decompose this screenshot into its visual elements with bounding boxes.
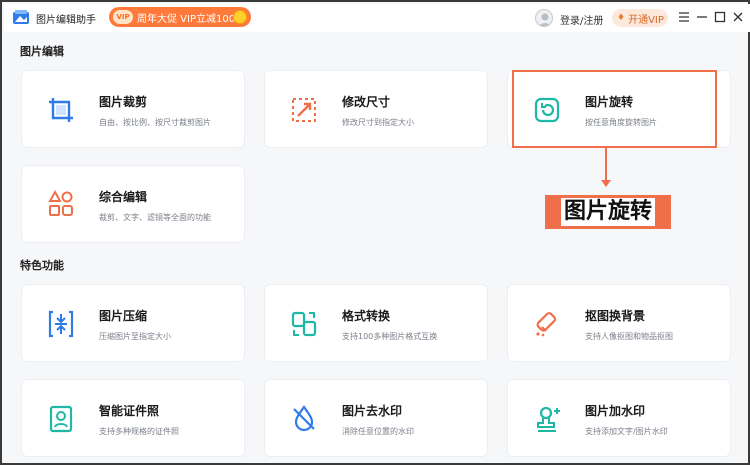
card-title: 图片压缩	[99, 309, 148, 323]
maximize-icon[interactable]	[713, 10, 727, 24]
card-resize[interactable]: 修改尺寸 修改尺寸到指定大小	[264, 70, 488, 148]
card-remove-watermark[interactable]: 图片去水印 消除任意位置的水印	[264, 379, 488, 457]
card-title: 格式转换	[342, 309, 391, 323]
eraser-icon	[530, 307, 564, 341]
annotation-arrow	[605, 147, 607, 183]
promo-banner[interactable]: VIP 周年大促 VIP立减100元	[109, 7, 251, 27]
user-icon	[538, 13, 552, 26]
card-compress[interactable]: 图片压缩 压缩图片至指定大小	[21, 284, 245, 362]
close-icon[interactable]	[731, 10, 745, 24]
card-description: 修改尺寸到指定大小	[342, 118, 414, 127]
section-title-features: 特色功能	[20, 259, 64, 272]
open-vip-label: 开通VIP	[628, 14, 664, 26]
card-add-watermark[interactable]: 图片加水印 支持添加文字/图片水印	[507, 379, 731, 457]
highlight-box	[512, 70, 717, 148]
add-watermark-icon	[530, 402, 564, 436]
crop-icon	[44, 93, 78, 127]
avatar[interactable]	[535, 9, 553, 27]
card-description: 压缩图片至指定大小	[99, 332, 171, 341]
promo-vip-badge: VIP	[113, 10, 133, 24]
card-id-photo[interactable]: 智能证件照 支持多种规格的证件照	[21, 379, 245, 457]
card-title: 智能证件照	[99, 404, 160, 418]
convert-icon	[287, 307, 321, 341]
coin-icon	[233, 10, 247, 24]
minimize-icon[interactable]	[695, 10, 709, 24]
app-window: 图片编辑助手 VIP 周年大促 VIP立减100元 登录/注册 ♦ 开通VIP	[0, 0, 750, 465]
app-logo-icon	[13, 10, 29, 24]
login-register-link[interactable]: 登录/注册	[560, 12, 603, 27]
remove-watermark-icon	[287, 402, 321, 436]
card-title: 修改尺寸	[342, 95, 391, 109]
card-description: 消除任意位置的水印	[342, 427, 414, 436]
title-bar: 图片编辑助手 VIP 周年大促 VIP立减100元 登录/注册 ♦ 开通VIP	[4, 4, 750, 32]
callout-text: 图片旋转	[560, 198, 655, 226]
card-title: 图片加水印	[585, 404, 646, 418]
menu-icon[interactable]	[677, 10, 691, 24]
card-cutout[interactable]: 抠图换背景 支持人像抠图和物品抠图	[507, 284, 731, 362]
card-description: 自由、按比例、按尺寸裁剪图片	[99, 118, 211, 127]
resize-icon	[287, 93, 321, 127]
card-description: 支持100多种图片格式互换	[342, 332, 438, 341]
open-vip-button[interactable]: ♦ 开通VIP	[612, 9, 668, 27]
callout-label: 图片旋转	[545, 195, 671, 229]
arrow-head-icon	[601, 180, 611, 187]
card-convert[interactable]: 格式转换 支持100多种图片格式互换	[264, 284, 488, 362]
card-description: 支持人像抠图和物品抠图	[585, 332, 673, 341]
promo-text: 周年大促 VIP立减100元	[137, 13, 246, 25]
card-title: 抠图换背景	[585, 309, 646, 323]
card-title: 综合编辑	[99, 190, 148, 204]
diamond-icon: ♦	[617, 13, 626, 23]
card-description: 支持添加文字/图片水印	[585, 427, 668, 436]
app-title: 图片编辑助手	[36, 15, 96, 26]
section-title-edit: 图片编辑	[20, 45, 64, 58]
card-description: 裁剪、文字、滤镜等全面的功能	[99, 213, 211, 222]
grid-shapes-icon	[44, 188, 78, 222]
card-comprehensive-edit[interactable]: 综合编辑 裁剪、文字、滤镜等全面的功能	[21, 165, 245, 243]
card-title: 图片裁剪	[99, 95, 148, 109]
card-title: 图片去水印	[342, 404, 403, 418]
card-crop[interactable]: 图片裁剪 自由、按比例、按尺寸裁剪图片	[21, 70, 245, 148]
card-description: 支持多种规格的证件照	[99, 427, 179, 436]
compress-icon	[44, 307, 78, 341]
id-photo-icon	[44, 402, 78, 436]
